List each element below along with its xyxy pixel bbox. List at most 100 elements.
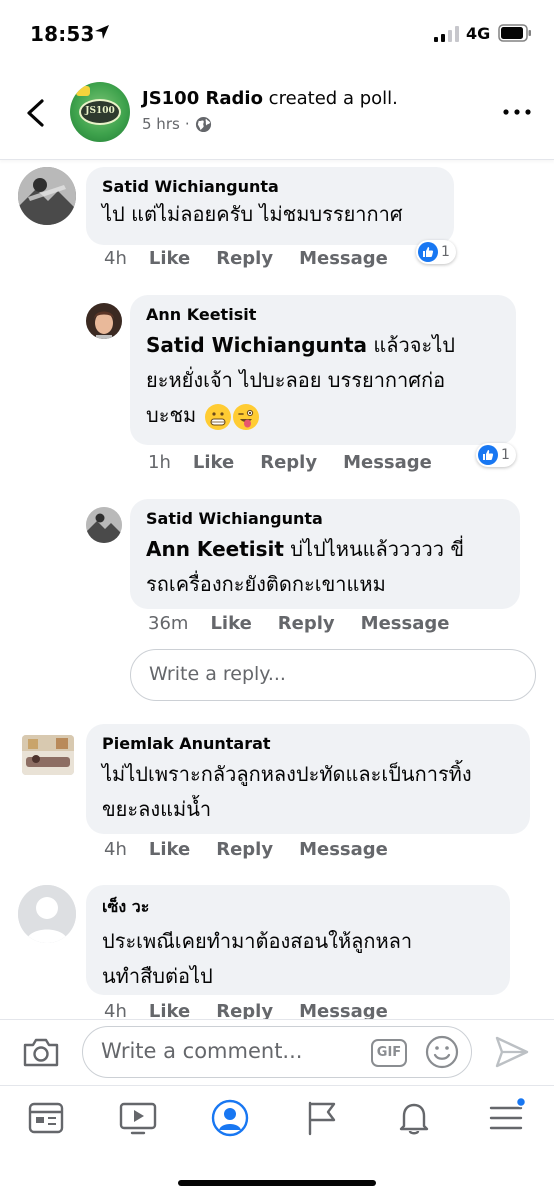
news-feed-icon[interactable] (26, 1098, 66, 1138)
reaction-number: 1 (441, 244, 450, 260)
mention-link[interactable]: Ann Keetisit (146, 537, 284, 561)
reply-button[interactable]: Reply (260, 452, 317, 473)
reply-bubble[interactable]: Satid Wichiangunta Ann Keetisit บ่ไปไหนแ… (130, 499, 520, 609)
send-icon[interactable] (494, 1034, 530, 1070)
watch-icon[interactable] (118, 1098, 158, 1138)
reply-age: 36m (148, 613, 189, 634)
comment-text-line: ประเพณีเคยทำมาต้องสอนให้ลูกหลา (102, 929, 413, 953)
battery-icon (498, 24, 531, 42)
like-button[interactable]: Like (149, 248, 190, 269)
status-time: 18:53 (30, 22, 95, 46)
message-button[interactable]: Message (299, 1001, 388, 1019)
reply-text: Ann Keetisit บ่ไปไหนแล้ววววว ขี่ รถเครื่… (146, 532, 504, 602)
comment-text: ไป แต่ไม่ลอยครับ ไม่ชมบรรยากาศ (102, 202, 403, 226)
reply-button[interactable]: Reply (216, 839, 273, 860)
like-button[interactable]: Like (149, 1001, 190, 1019)
reply-author[interactable]: Satid Wichiangunta (146, 509, 504, 528)
reply-text-line: รถเครื่องกะยังติดกะเขาแหม (146, 572, 386, 596)
winking-tongue-emoji-icon (232, 403, 259, 430)
page-name-link[interactable]: JS100 Radio (142, 88, 263, 109)
location-arrow-icon (95, 25, 109, 39)
reply-input[interactable]: Write a reply... (130, 649, 536, 701)
comment-age: 4h (104, 248, 127, 269)
reaction-count[interactable]: 1 (476, 443, 516, 467)
message-button[interactable]: Message (299, 839, 388, 860)
comment-placeholder: Write a comment... (101, 1039, 303, 1063)
like-button[interactable]: Like (149, 839, 190, 860)
comment-age: 4h (104, 1001, 127, 1019)
comment-author[interactable]: Piemlak Anuntarat (102, 734, 514, 753)
comment-bubble[interactable]: Satid Wichiangunta ไป แต่ไม่ลอยครับ ไม่ช… (86, 167, 454, 245)
reply-text-line: ยะหยั่งเจ้า ไปบะลอย บรรยากาศก่อ (146, 368, 446, 392)
grimacing-emoji-icon (204, 403, 231, 430)
comment-text-line: นทำสืบต่อไป (102, 964, 213, 988)
mention-link[interactable]: Satid Wichiangunta (146, 333, 367, 357)
reply-button[interactable]: Reply (216, 248, 273, 269)
avatar[interactable] (86, 507, 122, 543)
home-indicator[interactable] (178, 1180, 376, 1186)
reply-actions: 1h Like Reply Message (148, 452, 458, 473)
more-options-icon[interactable] (502, 106, 532, 118)
signal-icon (434, 26, 459, 42)
comment-text: ไม่ไปเพราะกลัวลูกหลงปะทัดและเป็นการทิ้ง … (102, 757, 514, 827)
avatar[interactable] (18, 885, 76, 943)
reaction-count[interactable]: 1 (416, 240, 456, 264)
comment-input[interactable]: Write a comment... GIF (82, 1026, 472, 1078)
comment-bubble[interactable]: Piemlak Anuntarat ไม่ไปเพราะกลัวลูกหลงปะ… (86, 724, 530, 834)
comments-list: Satid Wichiangunta ไป แต่ไม่ลอยครับ ไม่ช… (0, 161, 554, 1019)
comment-author[interactable]: Satid Wichiangunta (102, 177, 438, 196)
camera-icon[interactable] (22, 1036, 60, 1068)
logo-badge (76, 86, 90, 96)
thumbs-up-icon (478, 445, 498, 465)
profile-icon[interactable] (210, 1098, 250, 1138)
comment-actions: 4h Like Reply Message (104, 1001, 414, 1019)
avatar[interactable] (86, 303, 122, 339)
message-button[interactable]: Message (343, 452, 432, 473)
logo-text: JS100 (85, 106, 115, 116)
avatar[interactable] (22, 735, 74, 775)
network-type: 4G (466, 24, 491, 43)
post-action-text: created a poll. (268, 88, 398, 109)
comment-composer: Write a comment... GIF (0, 1019, 554, 1085)
reply-text-line: บ่ไปไหนแล้ววววว ขี่ (283, 537, 464, 561)
avatar-photo-icon (86, 303, 122, 339)
reply-text: Satid Wichiangunta แล้วจะไป ยะหยั่งเจ้า … (146, 328, 500, 433)
default-avatar-icon (18, 885, 76, 943)
comment-bubble[interactable]: เซ็ง วะ ประเพณีเคยทำมาต้องสอนให้ลูกหลา น… (86, 885, 510, 995)
globe-icon (195, 116, 211, 132)
message-button[interactable]: Message (361, 613, 450, 634)
avatar-photo-icon (86, 507, 122, 543)
reply-author[interactable]: Ann Keetisit (146, 305, 500, 324)
like-button[interactable]: Like (210, 613, 251, 634)
avatar[interactable] (18, 167, 76, 225)
notifications-bell-icon[interactable] (394, 1098, 434, 1138)
comment-actions: 4h Like Reply Message (104, 839, 414, 860)
post-time[interactable]: 5 hrs (142, 115, 180, 133)
comment-text-line: ขยะลงแม่น้ำ (102, 797, 212, 821)
page-logo[interactable]: JS100 (70, 82, 130, 142)
comment-author[interactable]: เซ็ง วะ (102, 895, 494, 920)
post-meta: 5 hrs · (142, 115, 212, 133)
comment-actions: 4h Like Reply Message (104, 248, 414, 269)
status-bar: 18:53 4G (0, 0, 554, 68)
pages-flag-icon[interactable] (302, 1098, 342, 1138)
comment-age: 4h (104, 839, 127, 860)
post-title: JS100 Radio created a poll. (142, 88, 398, 109)
like-button[interactable]: Like (193, 452, 234, 473)
comment-text: ประเพณีเคยทำมาต้องสอนให้ลูกหลา นทำสืบต่อ… (102, 924, 494, 994)
avatar-photo-icon (18, 167, 76, 225)
avatar-photo-icon (22, 735, 74, 775)
menu-icon[interactable] (486, 1098, 526, 1138)
reply-button[interactable]: Reply (216, 1001, 273, 1019)
emoji-icon[interactable] (425, 1035, 459, 1069)
message-button[interactable]: Message (299, 248, 388, 269)
reply-button[interactable]: Reply (278, 613, 335, 634)
reply-text-line: แล้วจะไป (367, 333, 455, 357)
gif-button[interactable]: GIF (371, 1039, 407, 1067)
post-header: JS100 JS100 Radio created a poll. 5 hrs … (0, 68, 554, 160)
reply-bubble[interactable]: Ann Keetisit Satid Wichiangunta แล้วจะไป… (130, 295, 516, 445)
reply-age: 1h (148, 452, 171, 473)
thumbs-up-icon (418, 242, 438, 262)
logo-ring: JS100 (79, 99, 121, 125)
back-arrow-icon[interactable] (24, 98, 46, 128)
